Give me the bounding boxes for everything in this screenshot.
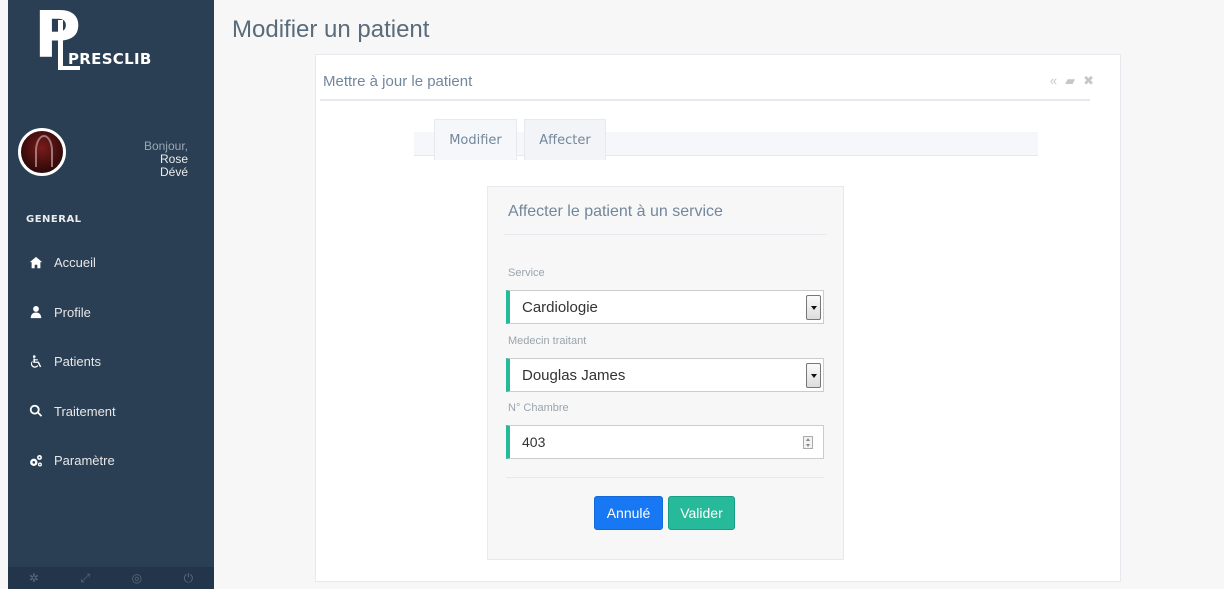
cancel-button[interactable]: Annulé (594, 496, 663, 530)
submit-button[interactable]: Valider (668, 496, 735, 530)
tabs-bar: Modifier Affecter (414, 119, 1038, 160)
user-icon (26, 303, 46, 321)
tab-affecter[interactable]: Affecter (524, 119, 606, 160)
panel-title: Mettre à jour le patient (323, 73, 473, 90)
form-title: Affecter le patient à un service (504, 203, 827, 235)
panel-tools: « ▰ ✖ (1050, 73, 1094, 89)
sidebar-item-label: Profile (54, 304, 91, 320)
sidebar-item-label: Patients (54, 354, 101, 370)
sidebar-item-accueil[interactable]: Accueil (8, 238, 214, 288)
sidebar-menu: Accueil Profile Patients Traitement Para… (8, 238, 214, 486)
assign-service-form: Affecter le patient à un service Service… (487, 186, 844, 560)
page-title: Modifier un patient (232, 16, 430, 43)
medecin-selected-value: Douglas James (522, 367, 626, 384)
collapse-icon[interactable]: « (1050, 73, 1057, 89)
sidebar-item-label: Paramètre (54, 453, 115, 469)
service-selected-value: Cardiologie (522, 299, 598, 316)
settings-icon[interactable]: ✲ (29, 571, 39, 585)
number-spinner[interactable] (803, 436, 813, 449)
update-patient-panel: Mettre à jour le patient « ▰ ✖ Modifier … (315, 54, 1121, 582)
close-icon[interactable]: ✖ (1083, 73, 1094, 89)
chambre-number-input[interactable]: 403 (506, 425, 824, 459)
user-profile: Bonjour, Rose Dévé (18, 128, 208, 188)
service-select[interactable]: Cardiologie (506, 290, 824, 324)
medecin-label: Medecin traitant (508, 335, 587, 347)
wheelchair-icon (26, 353, 46, 371)
chambre-label: N° Chambre (508, 402, 569, 414)
chambre-value: 403 (522, 434, 546, 450)
user-greeting: Bonjour, Rose Dévé (144, 140, 188, 179)
search-icon (26, 402, 46, 420)
fullscreen-icon[interactable]: ⤢ (80, 571, 90, 586)
chevron-down-icon[interactable] (806, 295, 821, 320)
form-divider (506, 477, 824, 478)
power-icon[interactable]: ⏻ (184, 571, 194, 586)
user-last-name: Dévé (159, 165, 188, 179)
service-label: Service (508, 267, 545, 279)
sidebar-item-label: Traitement (54, 403, 116, 419)
menu-section-title: GENERAL (26, 214, 82, 225)
panel-header: Mettre à jour le patient « ▰ ✖ (320, 67, 1094, 101)
sidebar-footer: ✲ ⤢ ◎ ⏻ (8, 567, 214, 589)
sidebar-item-traitement[interactable]: Traitement (8, 387, 214, 437)
brand-name: PRESCLIB (68, 50, 152, 68)
medecin-select[interactable]: Douglas James (506, 358, 824, 392)
folder-icon[interactable]: ▰ (1065, 73, 1075, 89)
sidebar-item-profile[interactable]: Profile (8, 288, 214, 338)
logo-l-stem (58, 20, 63, 70)
sidebar-item-label: Accueil (54, 255, 96, 271)
gears-icon (26, 452, 46, 470)
chevron-down-icon[interactable] (806, 363, 821, 388)
sidebar-item-patients[interactable]: Patients (8, 337, 214, 387)
sidebar-item-parametre[interactable]: Paramètre (8, 436, 214, 486)
home-icon (26, 254, 46, 272)
eye-slash-icon[interactable]: ◎ (132, 571, 142, 585)
tab-modifier[interactable]: Modifier (434, 119, 517, 160)
app-logo[interactable]: P PRESCLIB (34, 4, 184, 80)
avatar[interactable] (18, 128, 66, 176)
sidebar: P PRESCLIB Bonjour, Rose Dévé GENERAL Ac… (8, 0, 214, 589)
